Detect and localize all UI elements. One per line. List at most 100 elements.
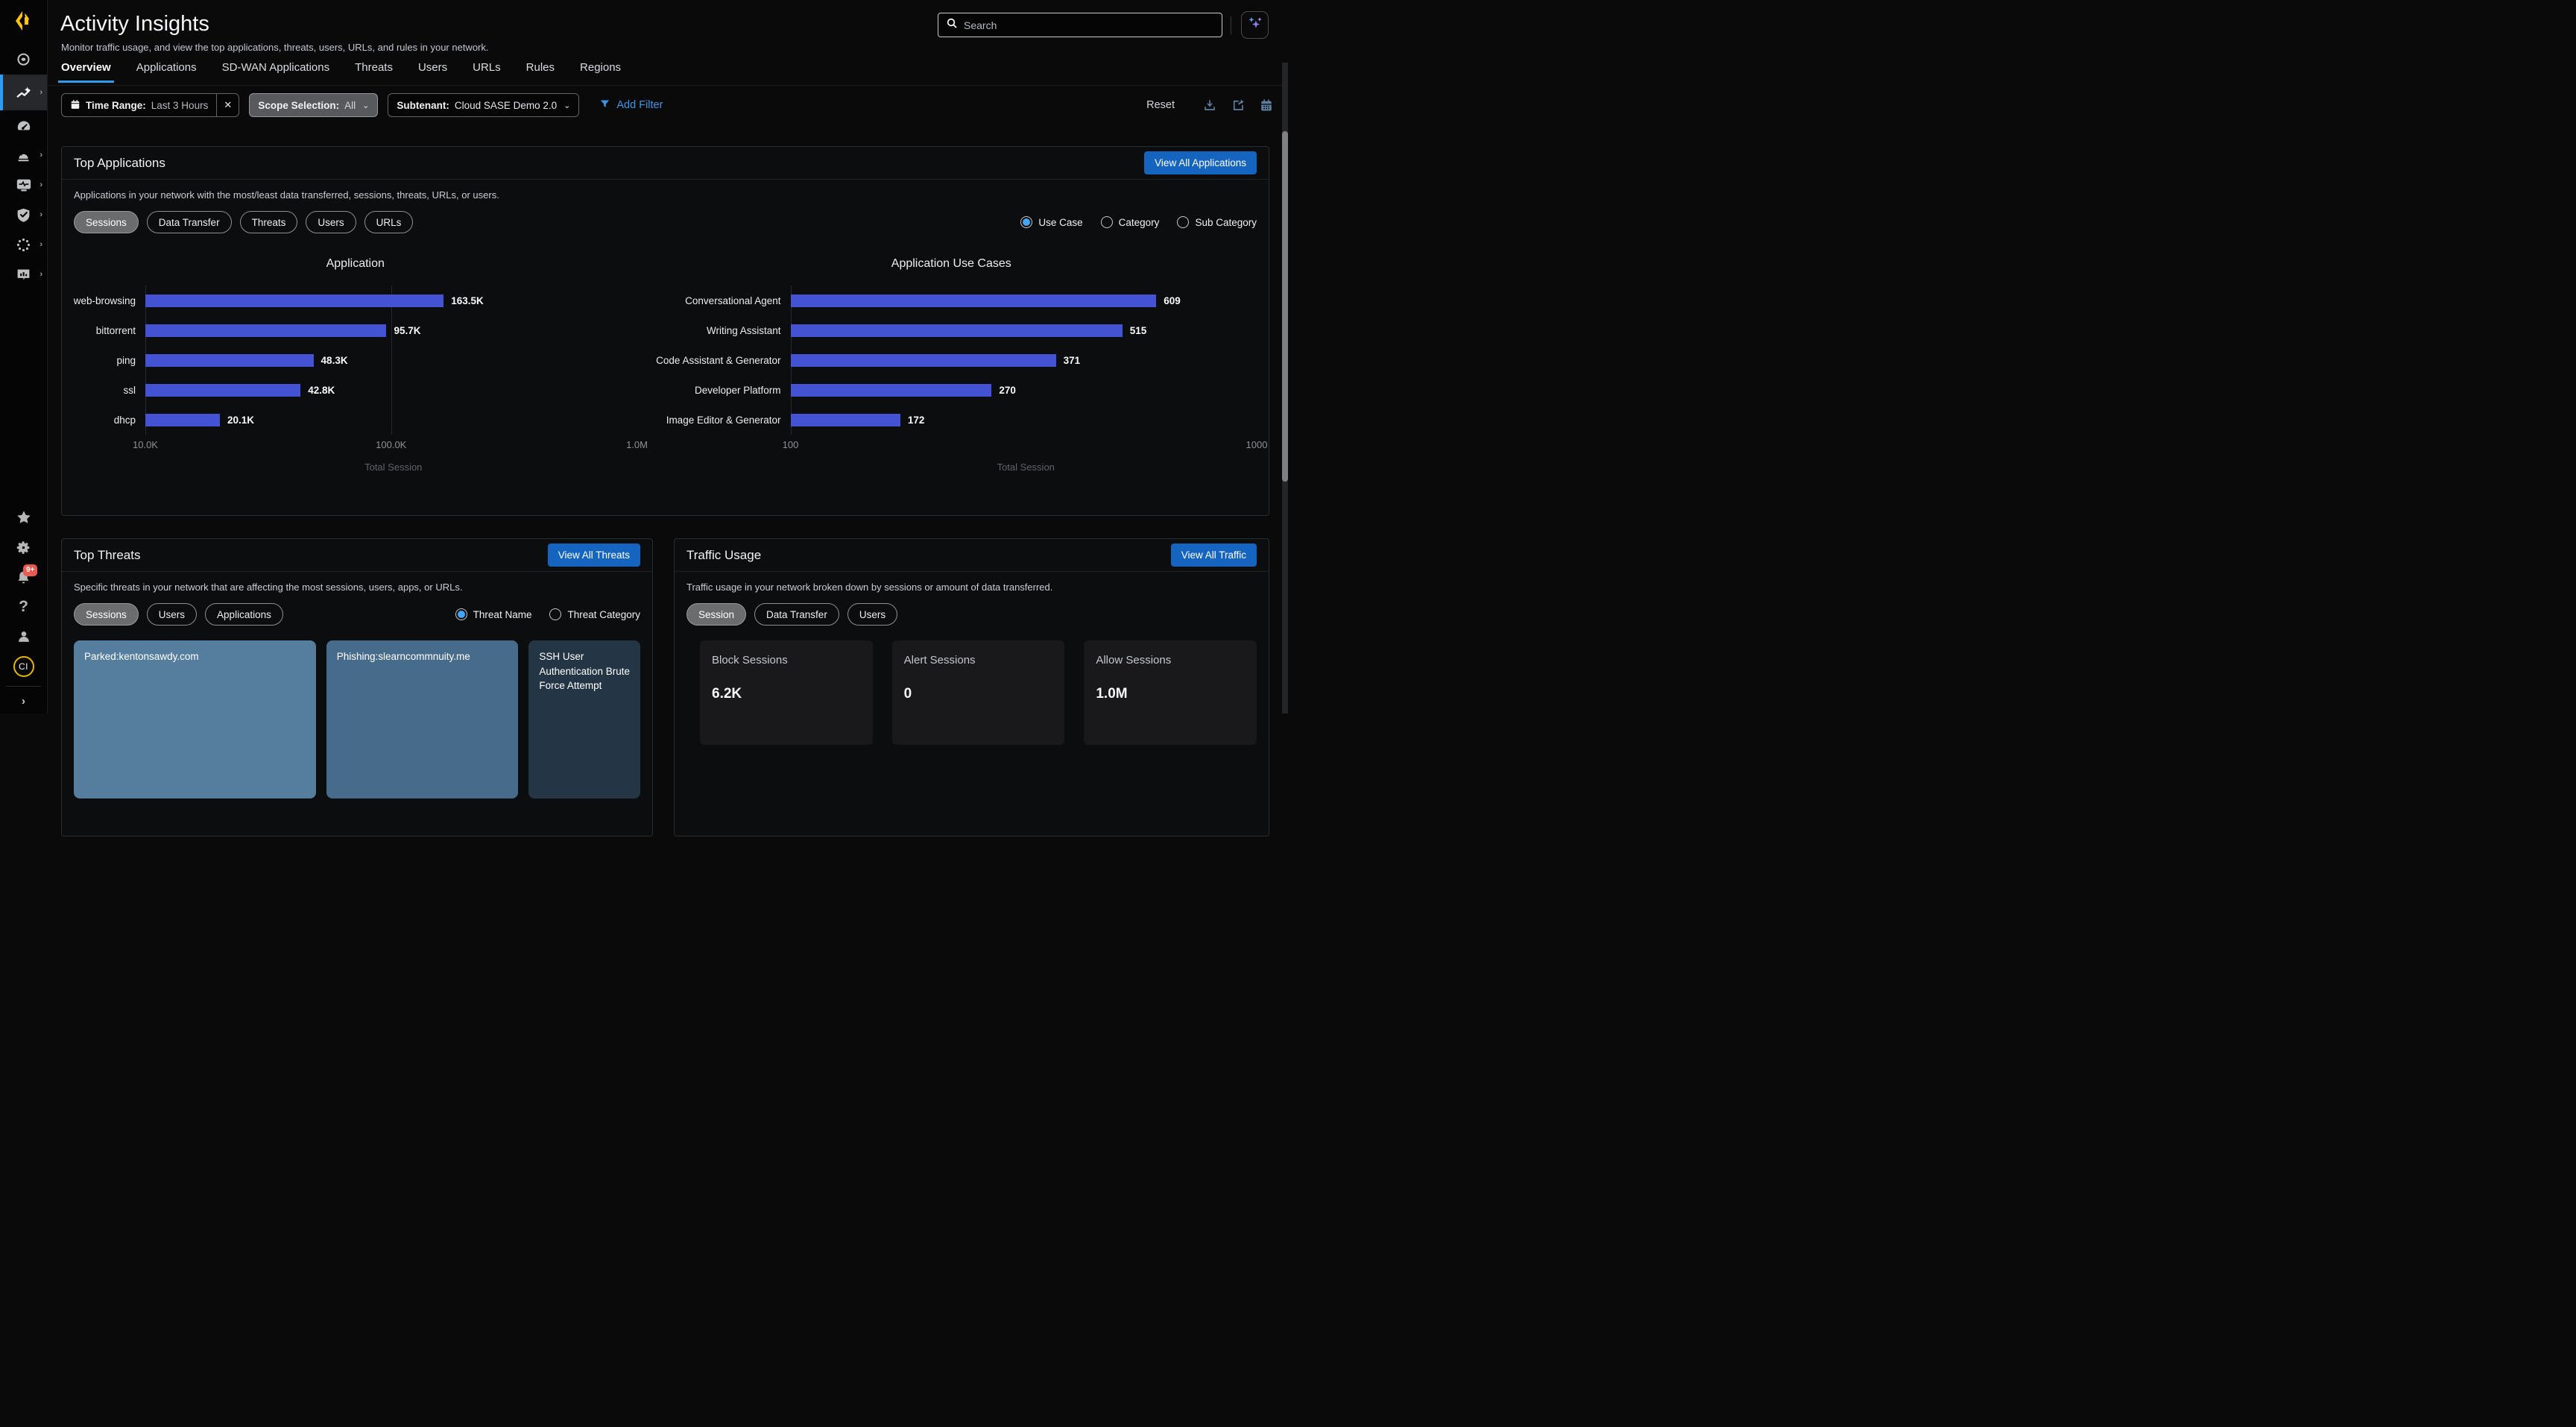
bar[interactable] (791, 354, 1056, 367)
ai-copilot-button[interactable] (1241, 11, 1269, 39)
bar[interactable] (145, 414, 220, 426)
radio-category[interactable]: Category (1101, 216, 1160, 228)
sidebar-item-dashboards[interactable] (0, 110, 47, 140)
tab-threats[interactable]: Threats (355, 61, 393, 83)
sidebar-item-workflows[interactable]: › (0, 230, 47, 259)
filter-time-range[interactable]: Time Range: Last 3 Hours ✕ (61, 93, 239, 117)
metric-chips: Sessions Data Transfer Threats Users URL… (74, 211, 413, 233)
tab-regions[interactable]: Regions (580, 61, 621, 83)
view-all-traffic-button[interactable]: View All Traffic (1171, 544, 1257, 567)
scrollbar-thumb[interactable] (1282, 131, 1288, 482)
bar[interactable] (791, 414, 900, 426)
share-export-icon[interactable] (1231, 98, 1245, 112)
scrollbar[interactable] (1282, 63, 1288, 714)
sidebar-item-tenant[interactable]: CI (0, 652, 47, 681)
bar[interactable] (145, 384, 300, 397)
chip-sessions[interactable]: Sessions (74, 211, 139, 233)
radio-threat-name[interactable]: Threat Name (455, 608, 532, 620)
axis-tick: 100.0K (376, 439, 406, 450)
monitor-pulse-icon (16, 177, 32, 193)
search-input[interactable] (964, 19, 1214, 31)
add-filter-label: Add Filter (616, 99, 663, 111)
charts-row: Application web-browsing 163.5K bittorre… (62, 238, 1269, 473)
add-filter-button[interactable]: Add Filter (599, 98, 663, 113)
sidebar-item-monitor[interactable]: › (0, 170, 47, 200)
notification-badge: 9+ (23, 564, 37, 576)
tab-users[interactable]: Users (418, 61, 447, 83)
sidebar-item-notifications[interactable]: 9+ (0, 562, 47, 592)
treemap-tile[interactable]: Parked:kentonsawdy.com (74, 640, 316, 798)
bar-value: 515 (1130, 325, 1147, 336)
bar[interactable] (145, 354, 314, 367)
chip-users[interactable]: Users (847, 603, 897, 626)
global-search[interactable] (938, 13, 1222, 37)
bar[interactable] (791, 294, 1157, 307)
bar[interactable] (791, 324, 1123, 337)
reset-button[interactable]: Reset (1146, 99, 1175, 111)
page-title: Activity Insights (60, 12, 209, 37)
sidebar-item-reports[interactable]: › (0, 259, 47, 289)
treemap-tile[interactable]: SSH User Authentication Brute Force Atte… (528, 640, 640, 798)
radio-icon (1101, 216, 1113, 228)
sidebar-item-security-posture[interactable]: › (0, 200, 47, 230)
filter-time-range-clear[interactable]: ✕ (216, 94, 239, 116)
bar-row: Developer Platform 270 (642, 375, 1261, 405)
radio-sub-category[interactable]: Sub Category (1177, 216, 1257, 228)
filter-time-range-body[interactable]: Time Range: Last 3 Hours (62, 94, 216, 116)
filter-label: Subtenant: (397, 100, 449, 111)
top-applications-card: Top Applications View All Applications A… (61, 146, 1269, 516)
bar[interactable] (791, 384, 992, 397)
user-icon (16, 629, 32, 645)
chip-users[interactable]: Users (147, 603, 197, 626)
command-center-icon (16, 52, 31, 68)
bar[interactable] (145, 294, 443, 307)
view-all-applications-button[interactable]: View All Applications (1144, 151, 1257, 174)
tab-overview[interactable]: Overview (61, 61, 111, 83)
chip-urls[interactable]: URLs (364, 211, 414, 233)
prisma-logo-icon (12, 9, 36, 37)
chevron-right-icon: › (40, 180, 42, 189)
radio-label: Use Case (1038, 217, 1082, 228)
sidebar-item-favorites[interactable] (0, 503, 47, 532)
left-sidebar: › › › (0, 0, 48, 714)
filter-subtenant[interactable]: Subtenant: Cloud SASE Demo 2.0 ⌄ (388, 93, 579, 117)
treemap-tile[interactable]: Phishing:slearncommnuity.me (326, 640, 519, 798)
chip-users[interactable]: Users (306, 211, 356, 233)
bar[interactable] (145, 324, 386, 337)
bar-row: Writing Assistant 515 (642, 315, 1261, 345)
tab-rules[interactable]: Rules (526, 61, 555, 83)
chip-data-transfer[interactable]: Data Transfer (754, 603, 839, 626)
tab-applications[interactable]: Applications (136, 61, 197, 83)
chart-title: Application (69, 257, 642, 271)
download-icon[interactable] (1203, 98, 1216, 112)
app-logo[interactable] (0, 0, 47, 45)
bar-row: ping 48.3K (69, 345, 642, 375)
view-all-threats-button[interactable]: View All Threats (548, 544, 640, 567)
chip-sessions[interactable]: Sessions (74, 603, 139, 626)
bar-row: dhcp 20.1K (69, 405, 642, 435)
sidebar-item-user[interactable] (0, 622, 47, 652)
sidebar-item-help[interactable]: ? (0, 592, 47, 622)
chip-applications[interactable]: Applications (205, 603, 283, 626)
use-cases-bar-chart: Application Use Cases Conversational Age… (642, 238, 1261, 473)
chip-session[interactable]: Session (686, 603, 746, 626)
schedule-calendar-icon[interactable] (1260, 98, 1273, 112)
sidebar-item-incidents-alerts[interactable]: › (0, 140, 47, 170)
sidebar-divider (6, 686, 41, 687)
radio-threat-category[interactable]: Threat Category (549, 608, 640, 620)
chip-threats[interactable]: Threats (240, 211, 298, 233)
chip-data-transfer[interactable]: Data Transfer (147, 211, 232, 233)
activity-insights-icon (16, 84, 32, 101)
radio-use-case[interactable]: Use Case (1020, 216, 1082, 228)
sidebar-item-command-center[interactable] (0, 45, 47, 75)
tab-sdwan-applications[interactable]: SD-WAN Applications (222, 61, 330, 83)
session-stats: Block Sessions 6.2K Alert Sessions 0 All… (675, 630, 1269, 745)
sidebar-item-activity-insights[interactable]: › (0, 75, 47, 110)
treemap-tile-label: Phishing:slearncommnuity.me (337, 651, 470, 662)
grouping-radios: Threat Name Threat Category (455, 608, 640, 620)
sidebar-item-settings[interactable] (0, 532, 47, 562)
tab-urls[interactable]: URLs (473, 61, 501, 83)
sidebar-expand-button[interactable]: › (0, 688, 47, 714)
filter-label: Scope Selection: (258, 100, 339, 111)
filter-scope-selection[interactable]: Scope Selection: All ⌄ (249, 93, 378, 117)
